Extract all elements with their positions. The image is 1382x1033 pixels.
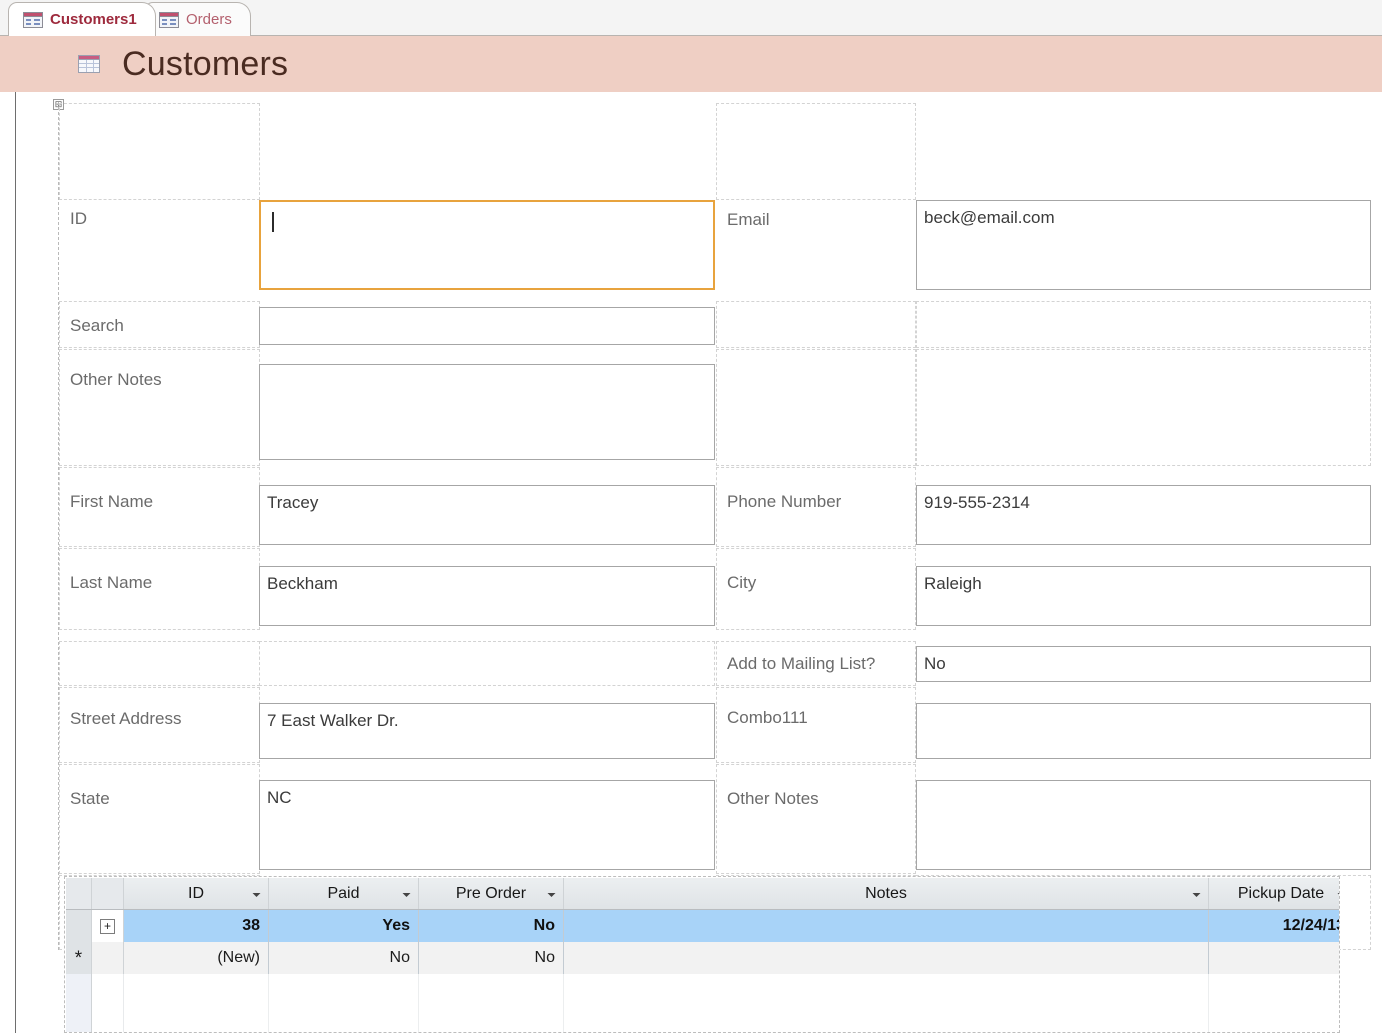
datasheet-blank-row — [66, 1006, 1339, 1032]
cell-empty-r6b — [259, 641, 715, 686]
column-header-pickup-date-label: Pickup Date — [1237, 884, 1325, 902]
chevron-down-icon[interactable] — [402, 885, 411, 903]
tab-orders[interactable]: Orders — [144, 2, 251, 36]
cell-pre-order-new[interactable]: No — [419, 942, 564, 974]
column-header-paid-label: Paid — [327, 884, 360, 902]
tab-label-orders: Orders — [186, 11, 232, 28]
form-header-band: Customers — [0, 36, 1382, 92]
page-title: Customers — [122, 44, 289, 83]
form-icon — [23, 11, 43, 28]
city-field[interactable]: Raleigh — [916, 566, 1371, 626]
label-other-notes-2: Other Notes — [727, 789, 819, 808]
column-header-id[interactable]: ID — [124, 878, 269, 909]
new-row-expand-cell — [92, 942, 124, 974]
street-address-field[interactable]: 7 East Walker Dr. — [259, 703, 715, 759]
record-selector-bar[interactable] — [0, 92, 16, 1033]
form-icon — [159, 11, 179, 28]
other-notes-field-1[interactable] — [259, 364, 715, 460]
cell-paid-new[interactable]: No — [269, 942, 419, 974]
phone-number-field[interactable]: 919-555-2314 — [916, 485, 1371, 545]
form-view-icon — [78, 55, 100, 73]
document-tab-strip: Customers1 Orders — [0, 0, 1382, 36]
new-record-selector[interactable]: * — [66, 942, 92, 974]
label-state: State — [70, 789, 110, 808]
orders-subform-datasheet[interactable]: ID Paid Pre Order Notes Pickup Date + 38… — [64, 876, 1340, 1033]
cell-empty-r2b — [916, 301, 1371, 348]
tab-customers1[interactable]: Customers1 — [8, 2, 156, 36]
column-header-notes[interactable]: Notes — [564, 878, 1209, 909]
cell-email-label — [716, 103, 916, 200]
cell-empty-r3a — [716, 349, 916, 466]
chevron-down-icon[interactable] — [1337, 885, 1339, 903]
tab-label-customers1: Customers1 — [50, 11, 137, 28]
cell-notes[interactable] — [564, 910, 1209, 942]
column-header-paid[interactable]: Paid — [269, 878, 419, 909]
cell-state-label — [59, 764, 260, 874]
form-detail-section: ⊞ ID Email beck@email.com Search Other N… — [0, 92, 1382, 1033]
cell-other-notes-2-label — [716, 764, 916, 874]
label-add-to-mailing-list: Add to Mailing List? — [727, 654, 876, 673]
label-combo111: Combo111 — [727, 708, 808, 727]
column-header-pre-order-label: Pre Order — [455, 884, 527, 902]
column-header-pre-order[interactable]: Pre Order — [419, 878, 564, 909]
row-expand-cell[interactable]: + — [92, 910, 124, 942]
add-to-mailing-list-combobox[interactable]: No — [916, 646, 1371, 682]
cell-empty-r6a — [59, 641, 260, 686]
label-id: ID — [70, 209, 87, 228]
label-street-address: Street Address — [70, 709, 182, 728]
label-phone-number: Phone Number — [727, 492, 842, 511]
chevron-down-icon[interactable] — [1192, 885, 1201, 903]
label-last-name: Last Name — [70, 573, 153, 592]
detail-left-margin — [17, 92, 45, 1033]
email-field[interactable]: beck@email.com — [916, 200, 1371, 290]
label-search: Search — [70, 316, 124, 335]
row-selector[interactable] — [66, 910, 92, 942]
cell-empty-r3b — [916, 349, 1371, 466]
expand-plus-icon[interactable]: + — [100, 918, 115, 934]
header-select-all-cell[interactable] — [66, 878, 92, 909]
column-header-id-label: ID — [188, 884, 204, 902]
cell-id-new[interactable]: (New) — [124, 942, 269, 974]
state-field[interactable]: NC — [259, 780, 715, 870]
cell-pre-order[interactable]: No — [419, 910, 564, 942]
cell-notes-new[interactable] — [564, 942, 1209, 974]
combo111-combobox[interactable] — [916, 703, 1371, 759]
cell-paid[interactable]: Yes — [269, 910, 419, 942]
text-caret — [272, 212, 274, 232]
asterisk-icon: * — [74, 947, 83, 969]
last-name-field[interactable]: Beckham — [259, 566, 715, 626]
column-header-notes-label: Notes — [865, 884, 907, 902]
table-row[interactable]: + 38 Yes No 12/24/13 — [66, 910, 1339, 942]
column-header-pickup-date[interactable]: Pickup Date — [1209, 878, 1339, 909]
datasheet-blank-row — [66, 974, 1339, 1006]
chevron-down-icon[interactable] — [547, 885, 556, 903]
cell-id-label — [59, 103, 260, 200]
table-row-new[interactable]: * (New) No No — [66, 942, 1339, 974]
datasheet-header-row: ID Paid Pre Order Notes Pickup Date — [66, 878, 1339, 910]
cell-pickup-date[interactable]: 12/24/13 — [1209, 910, 1339, 942]
cell-id[interactable]: 38 — [124, 910, 269, 942]
search-combobox[interactable] — [259, 307, 715, 345]
chevron-down-icon[interactable] — [252, 885, 261, 903]
cell-pickup-date-new[interactable] — [1209, 942, 1339, 974]
id-field[interactable] — [259, 200, 715, 290]
label-email: Email — [727, 210, 770, 229]
label-city: City — [727, 573, 757, 592]
label-other-notes-1: Other Notes — [70, 370, 162, 389]
first-name-field[interactable]: Tracey — [259, 485, 715, 545]
header-expand-cell — [92, 878, 124, 909]
label-first-name: First Name — [70, 492, 154, 511]
other-notes-field-2[interactable] — [916, 780, 1371, 870]
cell-empty-r2a — [716, 301, 916, 348]
cell-other-notes-label — [59, 349, 260, 466]
